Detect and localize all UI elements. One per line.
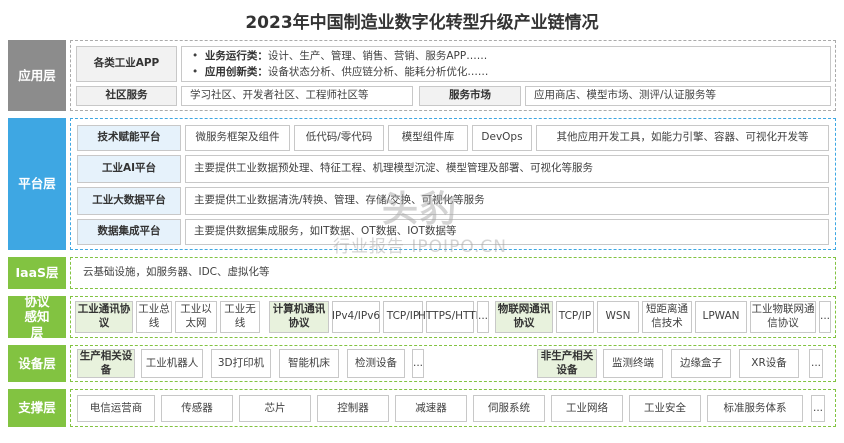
layer-label-platform-text: 平台层 <box>18 176 56 192</box>
device-item: 工业机器人 <box>141 349 203 378</box>
device-item: 监测终端 <box>603 349 663 378</box>
device-item: ... <box>412 349 424 378</box>
protocol-item: IPv4/IPv6 <box>332 301 380 333</box>
protocol-item: 工业无线 <box>220 301 260 333</box>
tech-item: DevOps <box>472 125 532 151</box>
biz-title: 业务运行类： <box>204 50 268 62</box>
layer-label-platform: 平台层 <box>8 118 66 250</box>
community-items: 学习社区、开发者社区、工程师社区等 <box>181 86 413 106</box>
layer-label-protocol-text: 协议感知层 <box>24 293 50 340</box>
device-item: 智能机床 <box>279 349 339 378</box>
layer-label-support: 支撑层 <box>8 389 66 427</box>
tech-item: 低代码/零代码 <box>294 125 384 151</box>
integration-platform-text: 主要提供数据集成服务，如IT数据、OT数据、IOT数据等 <box>185 219 829 245</box>
support-layer-frame: 电信运营商 传感器 芯片 控制器 减速器 伺服系统 工业网络 工业安全 标准服务… <box>70 389 836 427</box>
layer-label-iaas: IaaS层 <box>8 257 66 289</box>
support-item: 工业网络 <box>551 395 623 422</box>
protocol-item: 工业总线 <box>136 301 172 333</box>
support-item: 芯片 <box>239 395 311 422</box>
page-title: 2023年中国制造业数字化转型升级产业链情况 <box>245 13 599 33</box>
device-item: 检测设备 <box>347 349 405 378</box>
device-item: ... <box>809 349 823 378</box>
integration-platform-header: 数据集成平台 <box>77 219 181 245</box>
inn-text: 设备状态分析、供应链分析、能耗分析优化…… <box>267 66 489 78</box>
app-layer-frame: 各类工业APP • 业务运行类：设计、生产、管理、销售、营销、服务APP…… •… <box>70 40 836 111</box>
community-header: 社区服务 <box>76 86 177 106</box>
tech-item: 微服务框架及组件 <box>185 125 290 151</box>
iaas-text: 云基础设施，如服务器、IDC、虚拟化等 <box>75 262 832 284</box>
bigdata-platform-header: 工业大数据平台 <box>77 187 181 215</box>
layer-label-app: 应用层 <box>8 40 66 111</box>
layer-label-device-text: 设备层 <box>18 355 56 371</box>
production-device-header: 生产相关设备 <box>77 349 135 378</box>
support-item: 伺服系统 <box>473 395 545 422</box>
ai-platform-text: 主要提供工业数据预处理、特征工程、机理模型沉淀、模型管理及部署、可视化等服务 <box>185 155 829 183</box>
protocol-item: ... <box>477 301 489 333</box>
layer-label-device: 设备层 <box>8 345 66 382</box>
market-items: 应用商店、模型市场、测评/认证服务等 <box>525 86 831 106</box>
protocol-item: WSN <box>597 301 639 333</box>
protocol-item: HTTPS/HTTP <box>418 301 482 333</box>
tech-item: 模型组件库 <box>388 125 468 151</box>
tech-platform-header: 技术赋能平台 <box>77 125 181 151</box>
iaas-layer-frame: 云基础设施，如服务器、IDC、虚拟化等 <box>70 257 836 289</box>
support-item: 电信运营商 <box>77 395 155 422</box>
protocol-layer-frame: 工业通讯协议 工业总线 工业以太网 工业无线 计算机通讯协议 IPv4/IPv6… <box>70 296 836 338</box>
support-item: 减速器 <box>395 395 467 422</box>
ai-platform-header: 工业AI平台 <box>77 155 181 183</box>
protocol-item: TCP/IP <box>556 301 594 333</box>
industrial-app-list: • 业务运行类：设计、生产、管理、销售、营销、服务APP…… • 应用创新类：设… <box>181 46 831 82</box>
inn-title: 应用创新类： <box>204 66 268 78</box>
device-item: XR设备 <box>739 349 799 378</box>
protocol-item: 短距离通信技术 <box>642 301 692 333</box>
support-item: 工业安全 <box>629 395 701 422</box>
platform-layer-frame: 技术赋能平台 微服务框架及组件 低代码/零代码 模型组件库 DevOps 其他应… <box>70 118 836 250</box>
layer-label-protocol: 协议感知层 <box>8 293 66 340</box>
computer-protocol-header: 计算机通讯协议 <box>269 301 329 333</box>
biz-text: 设计、生产、管理、销售、营销、服务APP…… <box>267 50 488 62</box>
support-item: ... <box>811 395 825 422</box>
support-item: 标准服务体系 <box>707 395 803 422</box>
protocol-item: 工业以太网 <box>175 301 217 333</box>
protocol-item: ... <box>819 301 831 333</box>
nonproduction-device-header: 非生产相关设备 <box>537 349 597 378</box>
market-header: 服务市场 <box>419 86 521 106</box>
biz-line: • 业务运行类：设计、生产、管理、销售、营销、服务APP…… <box>192 50 488 62</box>
protocol-item: 工业物联网通信协议 <box>750 301 816 333</box>
device-item: 3D打印机 <box>211 349 271 378</box>
industrial-protocol-header: 工业通讯协议 <box>75 301 133 333</box>
industrial-app-header: 各类工业APP <box>76 46 177 82</box>
layer-label-app-text: 应用层 <box>18 67 56 83</box>
tech-item: 其他应用开发工具，如能力引擎、容器、可视化开发等 <box>536 125 829 151</box>
device-item: 边缘盒子 <box>671 349 731 378</box>
support-item: 传感器 <box>161 395 233 422</box>
support-item: 控制器 <box>317 395 389 422</box>
inn-line: • 应用创新类：设备状态分析、供应链分析、能耗分析优化…… <box>192 66 489 78</box>
protocol-item: TCP/IP <box>383 301 423 333</box>
layer-label-support-text: 支撑层 <box>18 400 56 416</box>
bigdata-platform-text: 主要提供工业数据清洗/转换、管理、存储/交换、可视化等服务 <box>185 187 829 215</box>
protocol-item: LPWAN <box>695 301 747 333</box>
device-layer-frame: 生产相关设备 工业机器人 3D打印机 智能机床 检测设备 ... 非生产相关设备… <box>70 345 836 382</box>
layer-label-iaas-text: IaaS层 <box>15 265 59 281</box>
iot-protocol-header: 物联网通讯协议 <box>495 301 553 333</box>
